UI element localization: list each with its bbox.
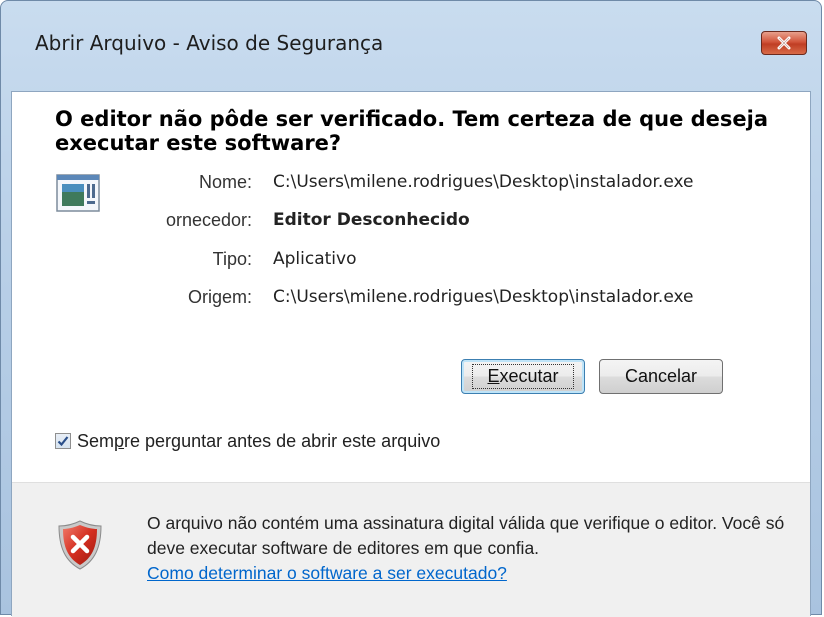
field-value: C:\Users\milene.rodrigues\Desktop\instal… — [273, 172, 694, 192]
warning-message: O arquivo não contém uma assinatura digi… — [147, 511, 797, 586]
field-label: ornecedor: — [165, 210, 252, 230]
security-warning-dialog: Abrir Arquivo - Aviso de Segurança O edi… — [0, 0, 822, 617]
warning-text: O arquivo não contém uma assinatura digi… — [147, 513, 785, 558]
window-title: Abrir Arquivo - Aviso de Segurança — [35, 31, 384, 55]
close-icon — [777, 36, 791, 50]
title-bar[interactable]: Abrir Arquivo - Aviso de Segurança — [1, 1, 821, 89]
field-row-name: Nome: C:\Users\milene.rodrigues\Desktop\… — [12, 172, 812, 198]
field-label: Nome: — [198, 172, 252, 192]
always-ask-checkbox[interactable] — [55, 433, 71, 449]
field-row-publisher: ornecedor: Editor Desconhecido — [12, 210, 812, 236]
field-row-type: Tipo: Aplicativo — [12, 249, 812, 275]
run-button[interactable]: Executar — [461, 359, 585, 394]
warning-footer: O arquivo não contém uma assinatura digi… — [12, 482, 810, 617]
field-label: Tipo: — [212, 249, 252, 269]
field-value: Editor Desconhecido — [273, 210, 470, 230]
always-ask-label: Sempre perguntar antes de abrir este arq… — [77, 430, 441, 451]
cancel-button[interactable]: Cancelar — [599, 359, 723, 394]
shield-error-icon — [58, 520, 102, 570]
field-row-origin: Origem: C:\Users\milene.rodrigues\Deskto… — [12, 287, 812, 313]
field-value: C:\Users\milene.rodrigues\Desktop\instal… — [273, 287, 694, 307]
checkmark-icon — [57, 436, 69, 447]
dialog-content: O editor não pôde ser verificado. Tem ce… — [11, 91, 812, 617]
field-value: Aplicativo — [273, 249, 357, 269]
always-ask-checkbox-row[interactable]: Sempre perguntar antes de abrir este arq… — [55, 429, 440, 453]
run-button-label: Executar — [472, 364, 574, 389]
close-button[interactable] — [761, 31, 807, 55]
warning-headline: O editor não pôde ser verificado. Tem ce… — [55, 107, 769, 155]
field-label: Origem: — [187, 287, 252, 307]
cancel-button-label: Cancelar — [624, 366, 698, 386]
help-link[interactable]: Como determinar o software a ser executa… — [147, 563, 507, 583]
